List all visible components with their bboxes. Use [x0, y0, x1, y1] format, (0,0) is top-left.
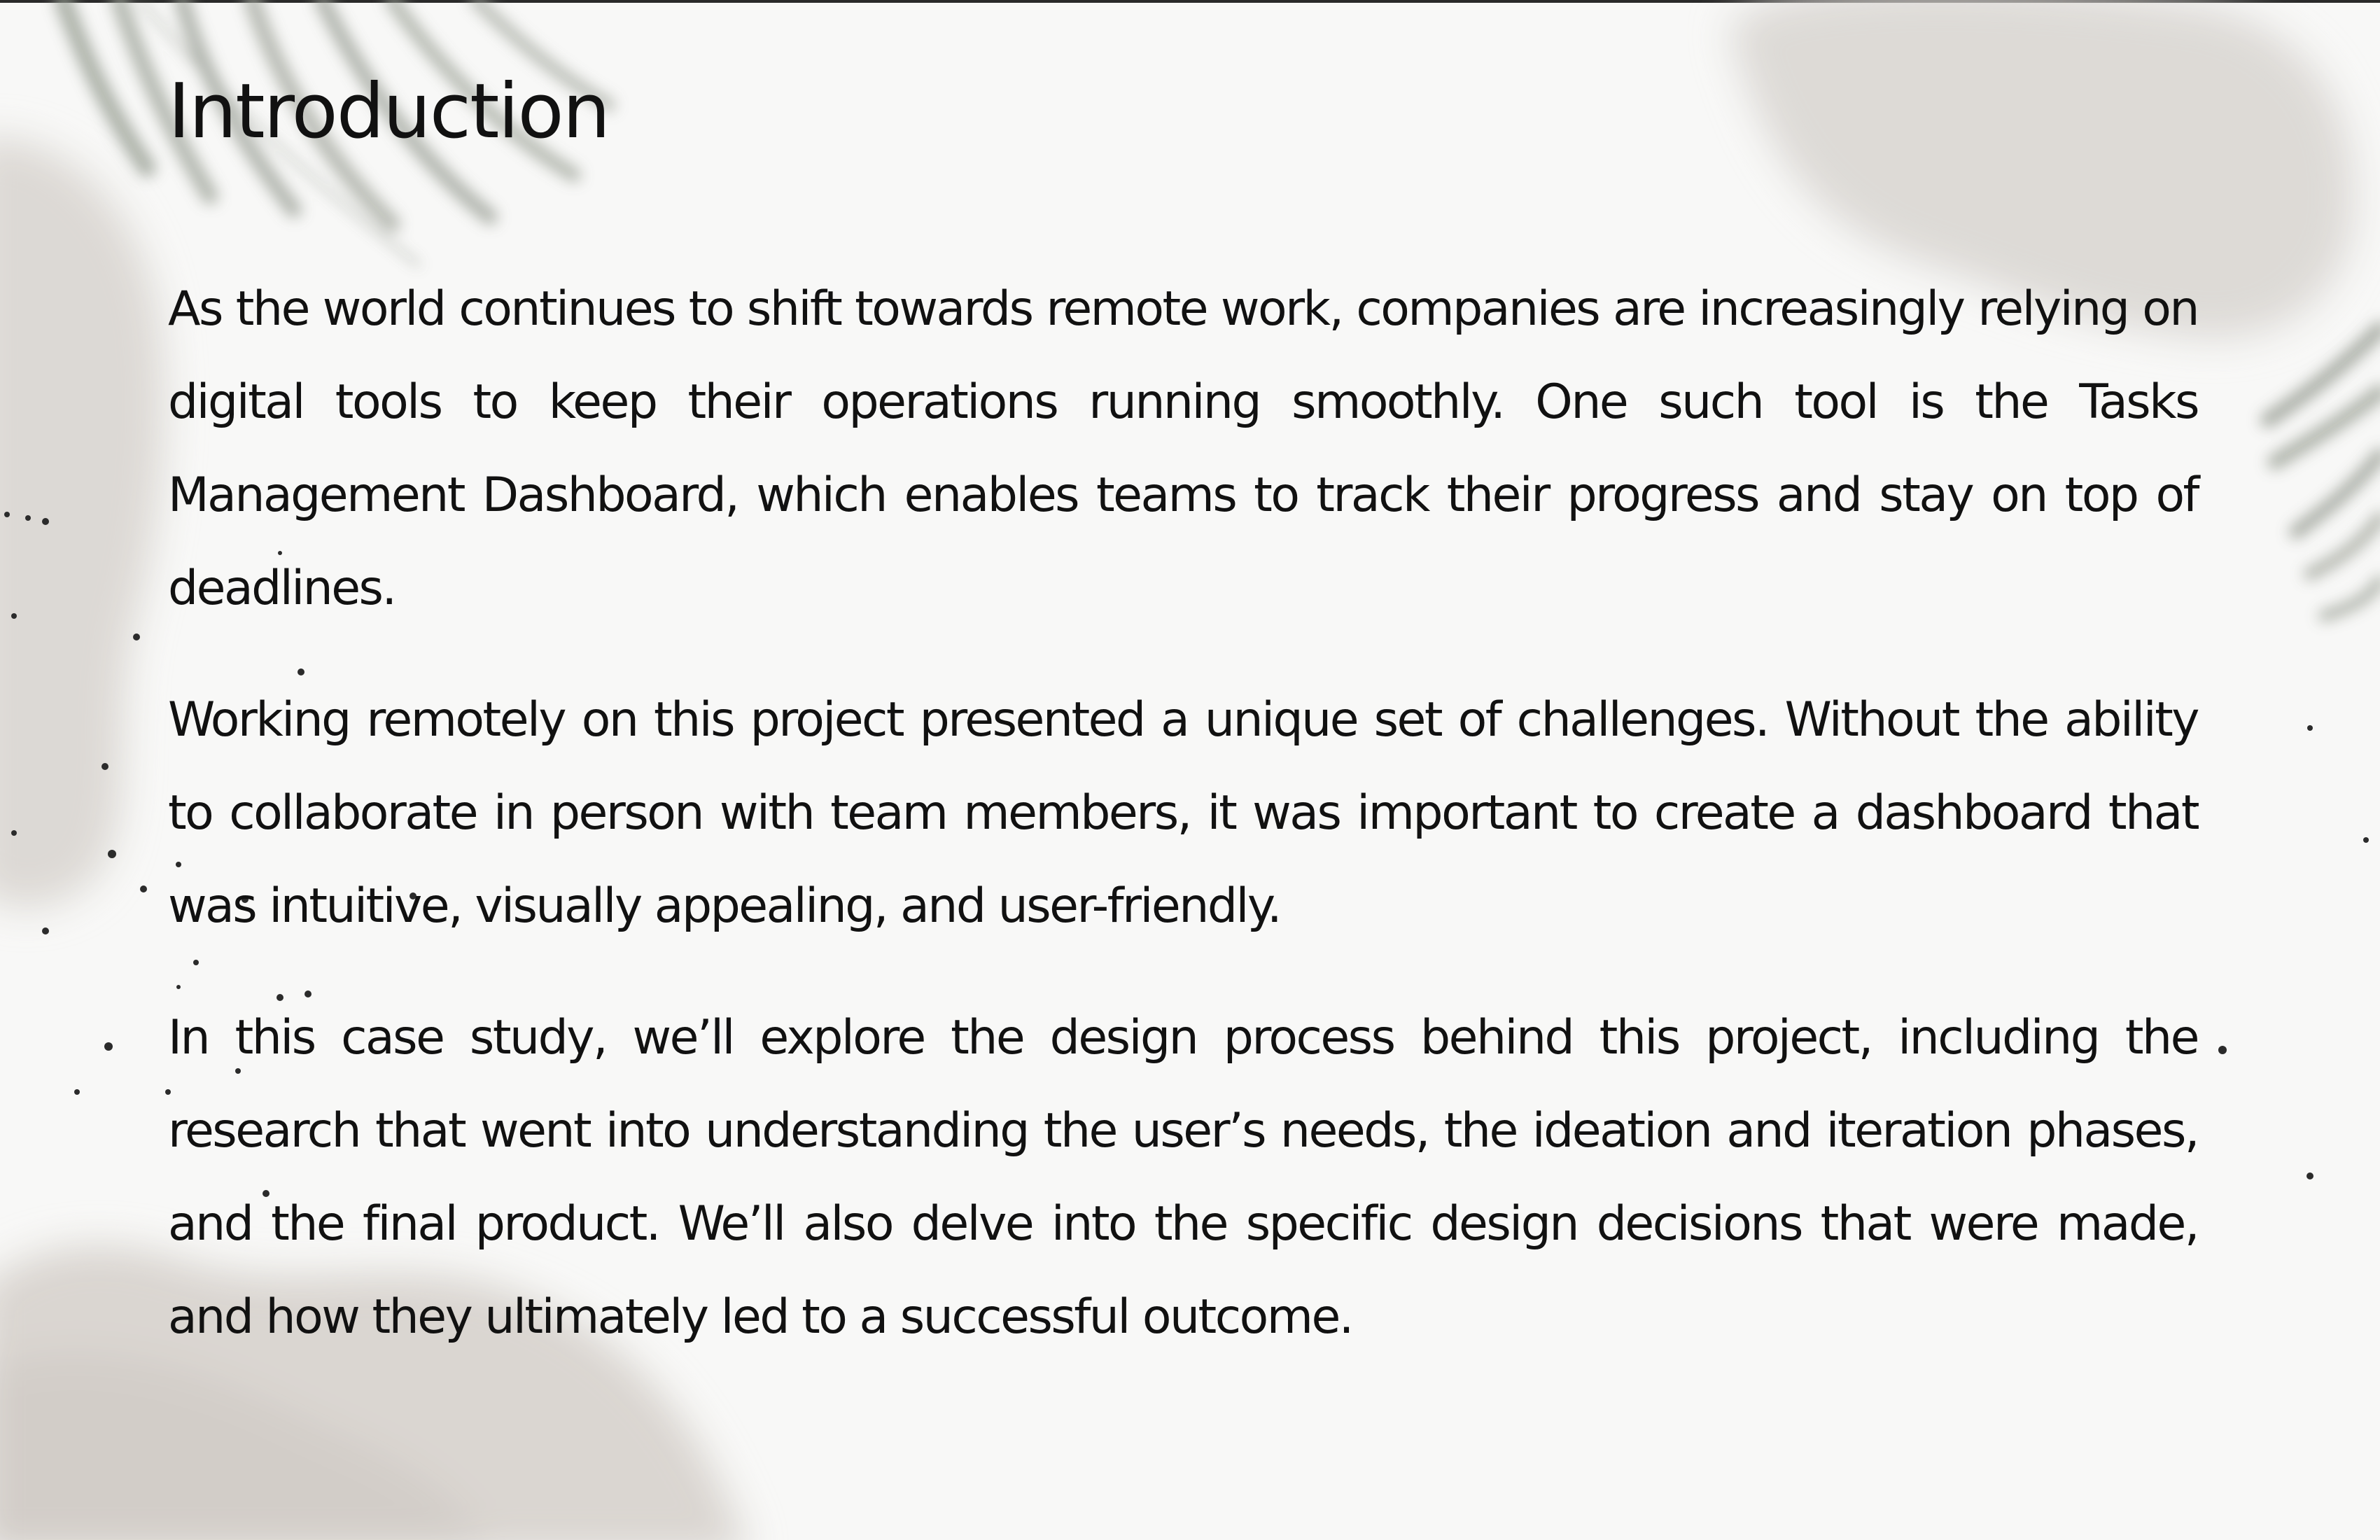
page-title: Introduction	[168, 68, 610, 155]
watercolor-left	[0, 138, 164, 908]
intro-paragraph-2: Working remotely on this project present…	[168, 692, 2200, 934]
intro-paragraph-1: As the world continues to shift towards …	[168, 281, 2200, 616]
intro-paragraph-3: In this case study, we’ll explore the de…	[168, 1010, 2200, 1345]
content-area: Introduction As the world continues to s…	[168, 49, 2200, 1364]
palm-leaf-right	[2260, 321, 2380, 622]
